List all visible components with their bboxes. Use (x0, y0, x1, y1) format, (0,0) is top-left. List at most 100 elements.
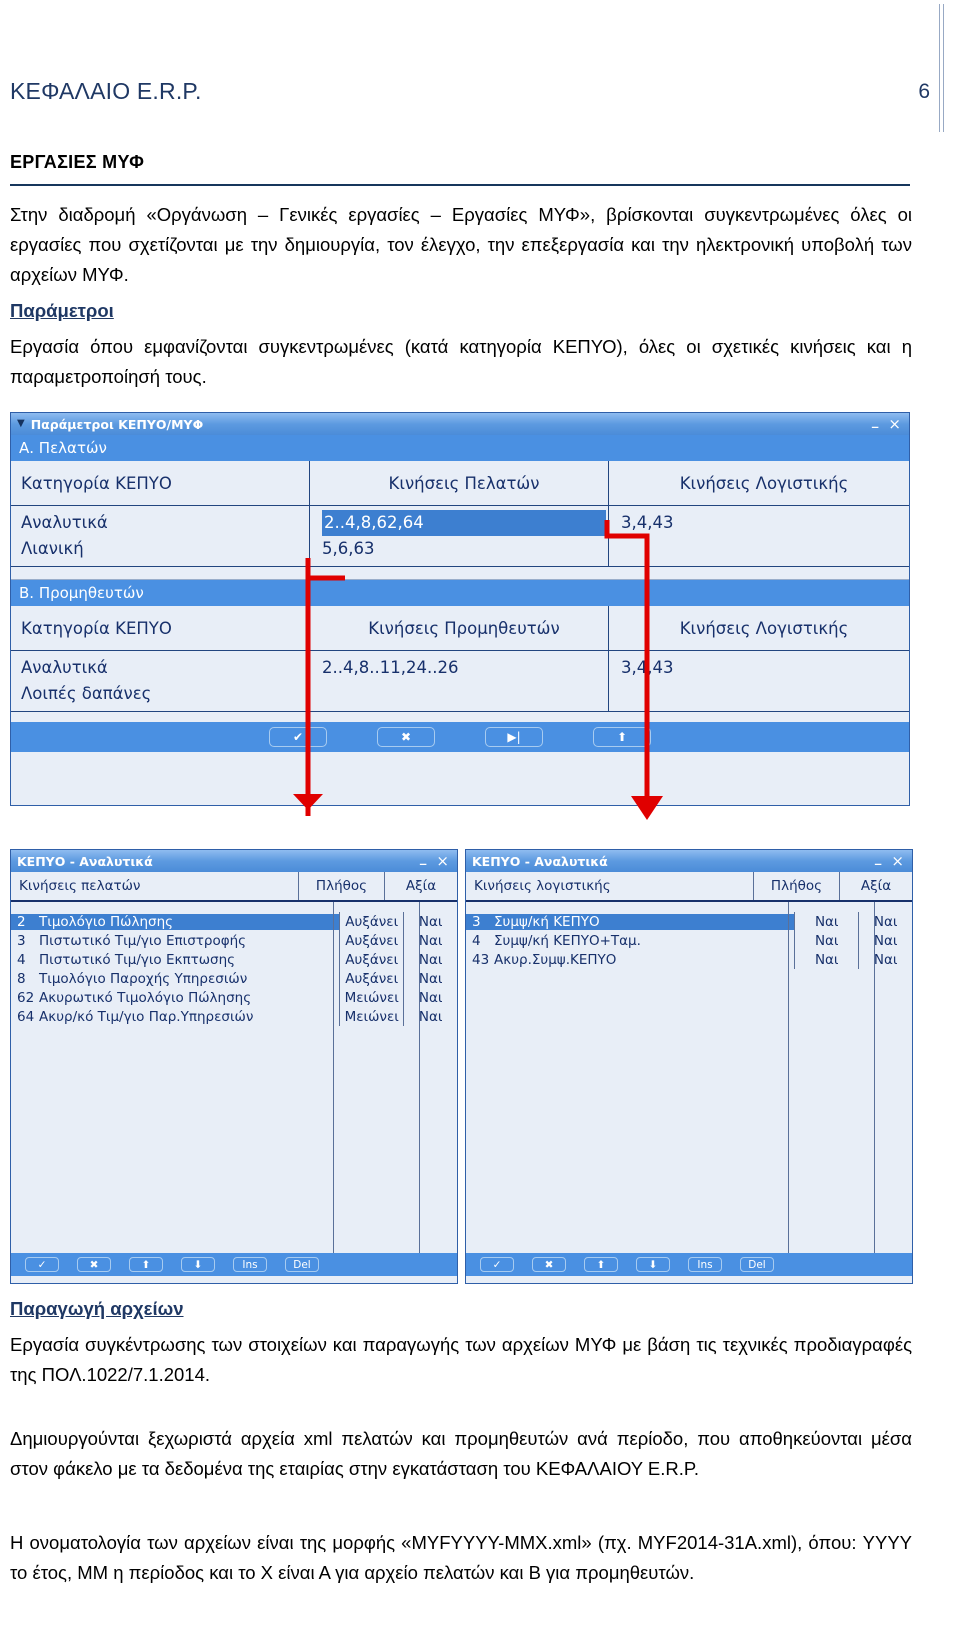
col-header-accounting-moves-suppliers: Κινήσεις Λογιστικής (679, 618, 849, 638)
row-count: Αυξάνει (339, 912, 403, 931)
row-code: 62 (17, 989, 35, 1006)
kepyo-customers-list: 2 Τιμολόγιο Πώλησης Αυξάνει Ναι 3 Πιστωτ… (11, 902, 457, 1276)
row-value: Ναι (858, 950, 912, 969)
row-code: 2 (11, 913, 39, 930)
kepyo-customers-titlebar[interactable]: ΚΕΠΥΟ - Αναλυτικά _ × (11, 850, 457, 872)
section-divider (10, 184, 910, 186)
cancel-x-icon[interactable]: ✖ (77, 1257, 111, 1272)
arrow-up-icon[interactable]: ⬆ (129, 1257, 163, 1272)
close-icon[interactable]: × (891, 853, 904, 869)
page-title: ΚΕΦΑΛΑΙΟ E.R.P. (10, 78, 202, 104)
list-item[interactable]: 8 Τιμολόγιο Παροχής Υπηρεσιών Αυξάνει Να… (11, 969, 457, 988)
row-count: Αυξάνει (339, 969, 403, 988)
row-count: Μειώνει (339, 988, 403, 1007)
list-item[interactable]: 4 Πιστωτικό Τιμ/γιο Εκπτωσης Αυξάνει Ναι (11, 950, 457, 969)
row-code: 64 (17, 1008, 35, 1025)
row-value: Ναι (403, 931, 457, 950)
page-number: 6 (918, 80, 930, 103)
close-icon[interactable]: × (436, 853, 449, 869)
cancel-x-icon[interactable]: ✖ (377, 727, 435, 747)
data-row-suppliers[interactable]: Αναλυτικά Λοιπές δαπάνες 2..4,8..11,24..… (11, 651, 909, 712)
row-value: Ναι (403, 1007, 457, 1026)
arrow-down-icon[interactable]: ⬇ (181, 1257, 215, 1272)
list-item[interactable]: 62 Ακυρωτικό Τιμολόγιο Πώλησης Μειώνει Ν… (11, 988, 457, 1007)
kepyo-accounting-titlebar[interactable]: ΚΕΠΥΟ - Αναλυτικά _ × (466, 850, 912, 872)
checkmark-icon[interactable]: ✔ (269, 727, 327, 747)
parameters-paragraph: Εργασία όπου εμφανίζονται συγκεντρωμένες… (10, 336, 912, 387)
kepyo-accounting-title: ΚΕΠΥΟ - Αναλυτικά (472, 853, 608, 869)
row-count: Ναι (794, 931, 858, 950)
accounting-moves-cell[interactable]: 3,4,43 (609, 506, 909, 566)
delete-icon[interactable]: Del (285, 1257, 319, 1272)
list-item[interactable]: 3 Συμψ/κή ΚΕΠΥΟ Ναι Ναι (466, 912, 912, 931)
minimize-button[interactable]: _ (420, 852, 427, 865)
parameters-window[interactable]: ▼ Παράμετροι ΚΕΠΥΟ/ΜΥΦ _ × Α. Πελατών Κα… (10, 412, 910, 806)
category-value-retail: Λιανική (21, 539, 84, 558)
accounting-moves-analytic[interactable]: 3,4,43 (621, 510, 909, 536)
production-paragraph-2: Δημιουργούνται ξεχωριστά αρχεία xml πελα… (10, 1428, 912, 1479)
arrow-up-icon[interactable]: ⬆ (593, 727, 651, 747)
checkmark-icon[interactable]: ✓ (480, 1257, 514, 1272)
row-code: 8 (17, 970, 26, 987)
category-cell: Αναλυτικά Λιανική (11, 506, 310, 566)
checkmark-icon[interactable]: ✓ (25, 1257, 59, 1272)
section-heading: ΕΡΓΑΣΙΕΣ ΜΥΦ (10, 152, 145, 172)
insert-icon[interactable]: Ins (233, 1257, 267, 1272)
customer-moves-cell[interactable]: 2..4,8,62,64 5,6,63 (310, 506, 609, 566)
accounting-moves-cell-suppliers[interactable]: 3,4,43 (609, 651, 909, 711)
accounting-moves-analytic-suppliers[interactable]: 3,4,43 (621, 655, 909, 681)
list-item[interactable]: 2 Τιμολόγιο Πώλησης Αυξάνει Ναι (11, 912, 457, 931)
kepyo-customers-window[interactable]: ΚΕΠΥΟ - Αναλυτικά _ × Κινήσεις πελατών Π… (10, 849, 458, 1284)
category-value-analytic-suppliers: Αναλυτικά (21, 658, 108, 677)
delete-icon[interactable]: Del (740, 1257, 774, 1272)
col-header-category-suppliers: Κατηγορία ΚΕΠΥΟ (11, 606, 310, 650)
cancel-x-icon[interactable]: ✖ (532, 1257, 566, 1272)
section-band-suppliers: Β. Προμηθευτών (11, 580, 909, 606)
grid-line-value (874, 902, 875, 1253)
customer-moves-retail[interactable]: 5,6,63 (322, 536, 608, 562)
row-value: Ναι (858, 931, 912, 950)
minimize-button[interactable]: _ (875, 852, 882, 865)
row-code: 43 (472, 951, 490, 968)
list-item[interactable]: 43 Ακυρ.Συμψ.ΚΕΠΥΟ Ναι Ναι (466, 950, 912, 969)
data-row-customers[interactable]: Αναλυτικά Λιανική 2..4,8,62,64 5,6,63 3,… (11, 506, 909, 567)
insert-icon[interactable]: Ins (688, 1257, 722, 1272)
accounting-moves-retail[interactable] (621, 536, 909, 562)
supplier-moves-cell[interactable]: 2..4,8..11,24..26 (310, 651, 609, 711)
section-band-customers: Α. Πελατών (11, 435, 909, 461)
play-to-end-icon[interactable]: ▶| (485, 727, 543, 747)
row-label: Τιμολόγιο Παροχής Υπηρεσιών (39, 970, 248, 987)
row-count: Αυξάνει (339, 931, 403, 950)
row-value: Ναι (403, 950, 457, 969)
list-item[interactable]: 4 Συμψ/κή ΚΕΠΥΟ+Ταμ. Ναι Ναι (466, 931, 912, 950)
arrow-up-icon[interactable]: ⬆ (584, 1257, 618, 1272)
bottom-spacer (11, 712, 909, 722)
col-header-count: Πλήθος (754, 872, 840, 900)
kepyo-accounting-window[interactable]: ΚΕΠΥΟ - Αναλυτικά _ × Κινήσεις λογιστική… (465, 849, 913, 1284)
row-value: Ναι (403, 912, 457, 931)
list-item[interactable]: 64 Ακυρ/κό Τιμ/γιο Παρ.Υπηρεσιών Μειώνει… (11, 1007, 457, 1026)
minimize-button[interactable]: _ (872, 415, 879, 428)
supplier-moves-other[interactable] (322, 681, 608, 707)
arrow-down-icon[interactable]: ⬇ (636, 1257, 670, 1272)
row-code: 3 (466, 913, 494, 930)
parameters-window-title: Παράμετροι ΚΕΠΥΟ/ΜΥΦ (30, 416, 204, 432)
column-header-row-suppliers: Κατηγορία ΚΕΠΥΟ Κινήσεις Προμηθευτών Κιν… (11, 606, 909, 651)
header-vertical-rule (939, 4, 944, 132)
customer-moves-analytic[interactable]: 2..4,8,62,64 (322, 510, 606, 536)
section-spacer (11, 567, 909, 580)
col-header-value: Αξία (405, 878, 437, 894)
col-header-count: Πλήθος (299, 872, 385, 900)
close-icon[interactable]: × (888, 416, 901, 432)
parameters-window-titlebar[interactable]: ▼ Παράμετροι ΚΕΠΥΟ/ΜΥΦ _ × (11, 413, 909, 435)
col-header-accounting-moves: Κινήσεις Λογιστικής (679, 473, 849, 493)
row-label: Συμψ/κή ΚΕΠΥΟ (494, 913, 795, 930)
list-item[interactable]: 3 Πιστωτικό Τιμ/γιο Επιστροφής Αυξάνει Ν… (11, 931, 457, 950)
supplier-moves-analytic[interactable]: 2..4,8..11,24..26 (322, 655, 608, 681)
col-header-customer-moves: Κινήσεις Πελατών (310, 461, 609, 505)
row-value: Ναι (403, 969, 457, 988)
row-label: Ακυρ.Συμψ.ΚΕΠΥΟ (494, 951, 617, 968)
triangle-down-icon[interactable]: ▼ (17, 419, 25, 429)
row-label: Τιμολόγιο Πώλησης (39, 913, 340, 930)
accounting-moves-other[interactable] (621, 681, 909, 707)
